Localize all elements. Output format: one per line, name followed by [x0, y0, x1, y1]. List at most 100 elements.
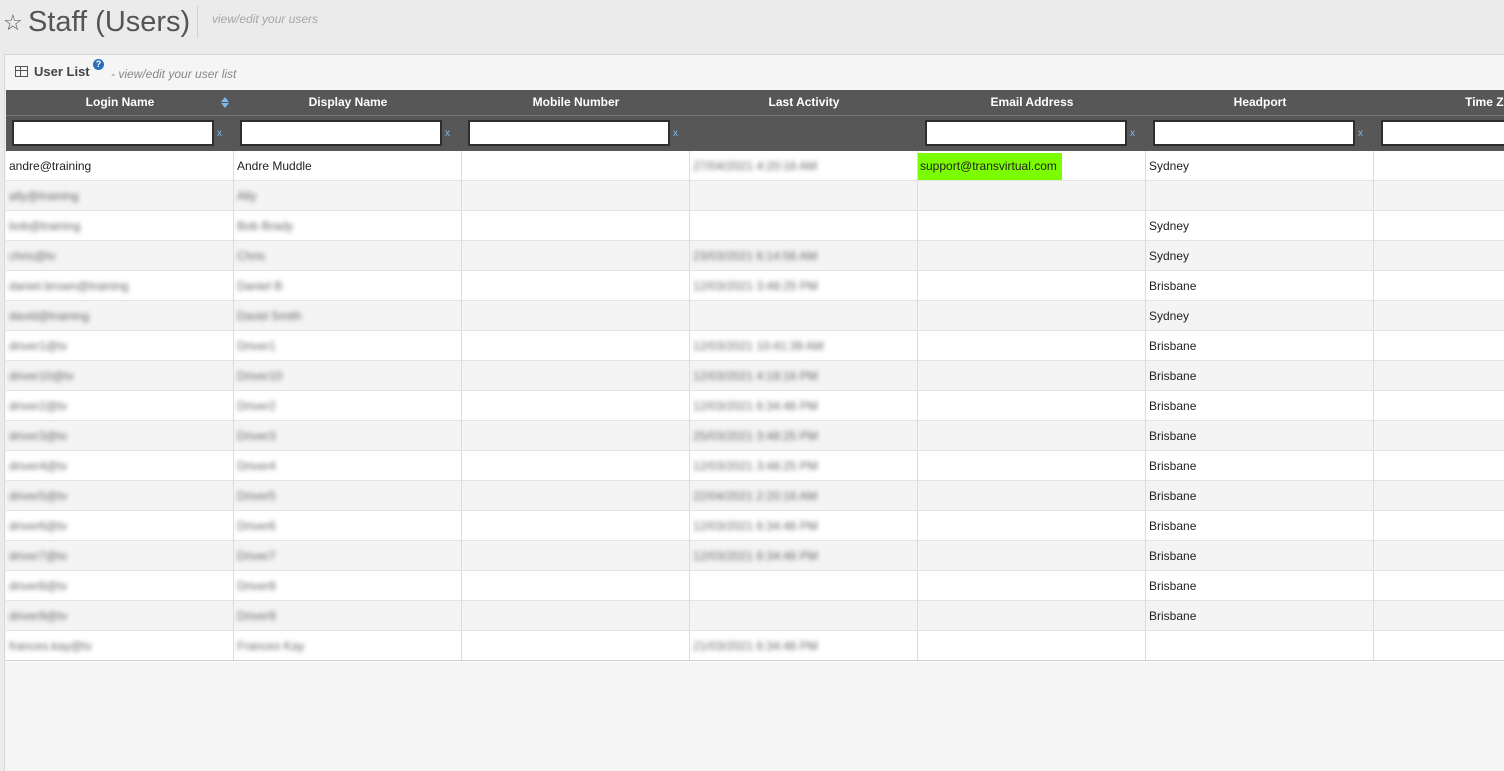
login-name-cell[interactable]: driver3@tv [6, 421, 234, 451]
email-address-cell[interactable]: support@transvirtual.com [918, 151, 1146, 181]
headport-cell[interactable]: Sydney [1146, 151, 1374, 181]
display-name-cell[interactable]: Driver1 [234, 331, 462, 361]
time-zone-cell[interactable] [1374, 421, 1504, 451]
mobile-number-cell[interactable] [462, 481, 690, 511]
mobile-number-filter-clear[interactable]: x [673, 128, 678, 139]
email-address-filter-input[interactable] [925, 120, 1127, 146]
column-header-login-name[interactable]: Login Name [6, 90, 234, 115]
login-name-cell[interactable]: frances.kay@tv [6, 631, 234, 661]
column-header-time-zone[interactable]: Time Zo [1374, 90, 1504, 115]
time-zone-cell[interactable] [1374, 331, 1504, 361]
column-header-mobile-number[interactable]: Mobile Number [462, 90, 690, 115]
mobile-number-cell[interactable] [462, 181, 690, 211]
mobile-number-cell[interactable] [462, 451, 690, 481]
table-row[interactable]: driver3@tv Driver3 25/03/2021 3:48:25 PM Br… [6, 421, 1504, 451]
display-name-cell[interactable]: Chris [234, 241, 462, 271]
headport-filter-input[interactable] [1153, 120, 1355, 146]
last-activity-cell[interactable]: 12/03/2021 6:34:46 PM [690, 391, 918, 421]
last-activity-cell[interactable]: 12/03/2021 10:41:39 AM [690, 331, 918, 361]
email-address-cell[interactable] [918, 451, 1146, 481]
table-row[interactable]: driver8@tv Driver8 Brisbane [6, 571, 1504, 601]
email-address-cell[interactable] [918, 391, 1146, 421]
display-name-cell[interactable]: David Smith [234, 301, 462, 331]
last-activity-cell[interactable]: 23/03/2021 6:14:56 AM [690, 241, 918, 271]
headport-cell[interactable]: Brisbane [1146, 391, 1374, 421]
email-address-cell[interactable] [918, 181, 1146, 211]
headport-cell[interactable] [1146, 181, 1374, 211]
email-address-cell[interactable] [918, 511, 1146, 541]
time-zone-cell[interactable] [1374, 241, 1504, 271]
star-icon[interactable]: ☆ [3, 12, 23, 34]
email-address-cell[interactable] [918, 571, 1146, 601]
login-name-cell[interactable]: driver4@tv [6, 451, 234, 481]
table-row[interactable]: andre@training Andre Muddle 27/04/2021 4:2… [6, 151, 1504, 181]
column-header-last-activity[interactable]: Last Activity [690, 90, 918, 115]
headport-cell[interactable]: Brisbane [1146, 601, 1374, 631]
last-activity-cell[interactable]: 12/03/2021 6:34:46 PM [690, 511, 918, 541]
mobile-number-cell[interactable] [462, 571, 690, 601]
mobile-number-cell[interactable] [462, 331, 690, 361]
time-zone-cell[interactable] [1374, 481, 1504, 511]
last-activity-cell[interactable]: 25/03/2021 3:48:25 PM [690, 421, 918, 451]
mobile-number-cell[interactable] [462, 361, 690, 391]
table-row[interactable]: driver1@tv Driver1 12/03/2021 10:41:39 AM B… [6, 331, 1504, 361]
headport-cell[interactable]: Brisbane [1146, 541, 1374, 571]
login-name-cell[interactable]: driver5@tv [6, 481, 234, 511]
display-name-cell[interactable]: Driver6 [234, 511, 462, 541]
mobile-number-cell[interactable] [462, 601, 690, 631]
time-zone-cell[interactable] [1374, 541, 1504, 571]
email-address-cell[interactable] [918, 331, 1146, 361]
login-name-cell[interactable]: bob@training [6, 211, 234, 241]
login-name-filter-input[interactable] [12, 120, 214, 146]
last-activity-cell[interactable] [690, 181, 918, 211]
display-name-cell[interactable]: Driver9 [234, 601, 462, 631]
email-address-cell[interactable] [918, 601, 1146, 631]
headport-cell[interactable]: Sydney [1146, 241, 1374, 271]
last-activity-cell[interactable] [690, 601, 918, 631]
time-zone-cell[interactable] [1374, 391, 1504, 421]
login-name-cell[interactable]: driver6@tv [6, 511, 234, 541]
last-activity-cell[interactable]: 21/03/2021 6:34:46 PM [690, 631, 918, 661]
time-zone-cell[interactable] [1374, 571, 1504, 601]
time-zone-cell[interactable] [1374, 631, 1504, 661]
display-name-cell[interactable]: Driver5 [234, 481, 462, 511]
time-zone-cell[interactable] [1374, 451, 1504, 481]
time-zone-cell[interactable] [1374, 151, 1504, 181]
table-row[interactable]: driver4@tv Driver4 12/03/2021 3:48:25 PM Br… [6, 451, 1504, 481]
time-zone-cell[interactable] [1374, 301, 1504, 331]
table-row[interactable]: daniel.brown@training Daniel B 12/03/2021 … [6, 271, 1504, 301]
display-name-cell[interactable]: Driver2 [234, 391, 462, 421]
email-address-cell[interactable] [918, 361, 1146, 391]
time-zone-filter-input[interactable] [1381, 120, 1504, 146]
login-name-cell[interactable]: ally@training [6, 181, 234, 211]
login-name-cell[interactable]: david@training [6, 301, 234, 331]
email-address-cell[interactable] [918, 541, 1146, 571]
email-address-cell[interactable] [918, 271, 1146, 301]
last-activity-cell[interactable] [690, 301, 918, 331]
login-name-cell[interactable]: driver8@tv [6, 571, 234, 601]
table-row[interactable]: driver6@tv Driver6 12/03/2021 6:34:46 PM Br… [6, 511, 1504, 541]
login-name-filter-clear[interactable]: x [217, 128, 222, 139]
email-address-filter-clear[interactable]: x [1130, 128, 1135, 139]
display-name-cell[interactable]: Driver7 [234, 541, 462, 571]
mobile-number-filter-input[interactable] [468, 120, 670, 146]
time-zone-cell[interactable] [1374, 601, 1504, 631]
login-name-cell[interactable]: driver10@tv [6, 361, 234, 391]
display-name-filter-clear[interactable]: x [445, 128, 450, 139]
headport-cell[interactable]: Brisbane [1146, 481, 1374, 511]
login-name-cell[interactable]: driver1@tv [6, 331, 234, 361]
last-activity-cell[interactable]: 22/04/2021 2:20:16 AM [690, 481, 918, 511]
headport-filter-clear[interactable]: x [1358, 128, 1363, 139]
sort-icon[interactable] [221, 97, 229, 108]
email-address-cell[interactable] [918, 421, 1146, 451]
time-zone-cell[interactable] [1374, 361, 1504, 391]
email-address-cell[interactable] [918, 241, 1146, 271]
last-activity-cell[interactable]: 12/03/2021 3:48:25 PM [690, 271, 918, 301]
time-zone-cell[interactable] [1374, 181, 1504, 211]
table-row[interactable]: driver7@tv Driver7 12/03/2021 6:34:46 PM Br… [6, 541, 1504, 571]
headport-cell[interactable]: Sydney [1146, 211, 1374, 241]
display-name-cell[interactable]: Driver4 [234, 451, 462, 481]
table-row[interactable]: ally@training Ally [6, 181, 1504, 211]
last-activity-cell[interactable] [690, 211, 918, 241]
login-name-cell[interactable]: andre@training [6, 151, 234, 181]
